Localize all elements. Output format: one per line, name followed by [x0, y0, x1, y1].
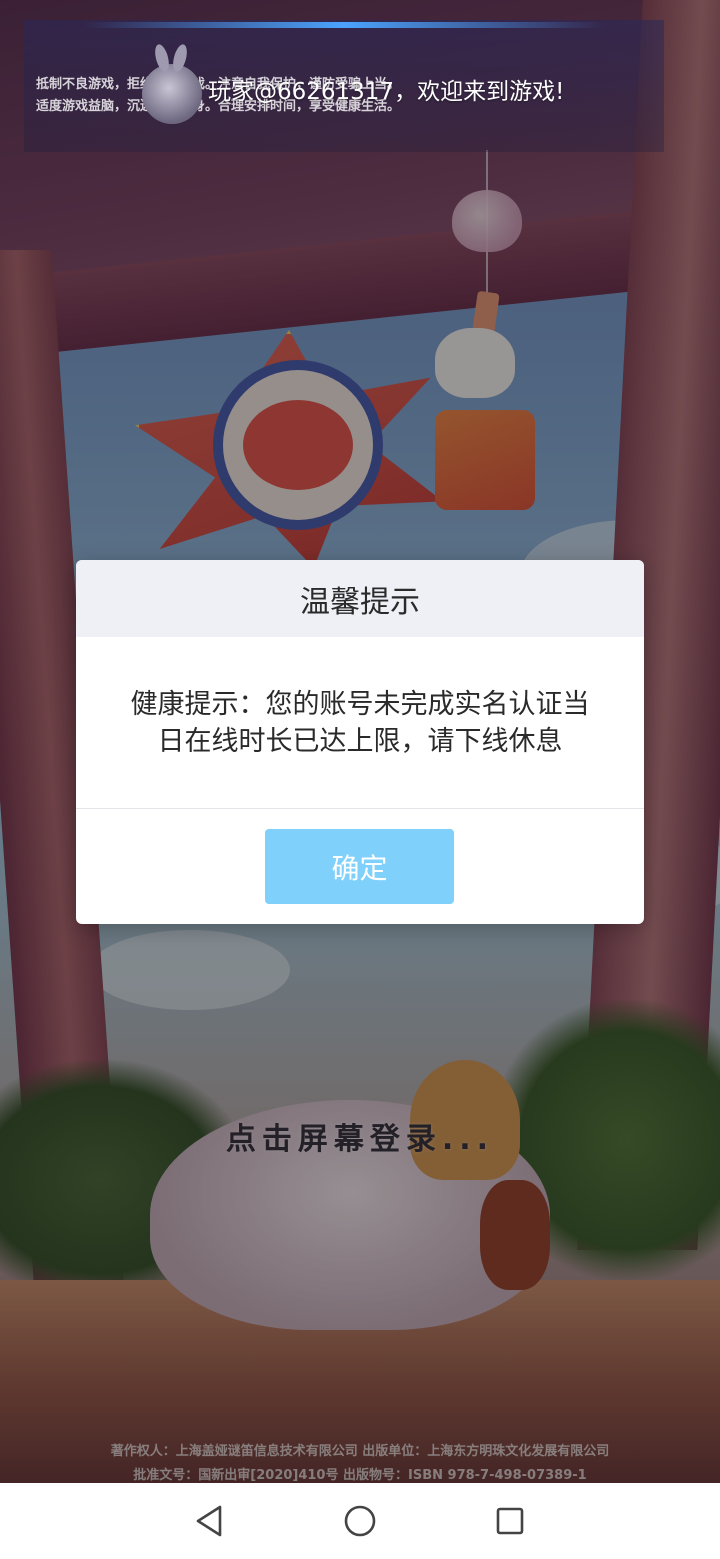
dialog-title: 温馨提示 [300, 584, 420, 620]
recents-square-icon[interactable] [492, 1503, 528, 1539]
recents-square-glyph [496, 1507, 524, 1535]
health-warning-dialog: 温馨提示 健康提示：您的账号未完成实名认证当 日在线时长已达上限，请下线休息 确… [76, 560, 644, 924]
home-circle-glyph [344, 1505, 376, 1537]
dialog-divider [76, 808, 644, 809]
home-circle-icon[interactable] [342, 1503, 378, 1539]
game-screen[interactable]: 点击屏幕登录... 著作权人：上海盖娅谜笛信息技术有限公司 出版单位：上海东方明… [0, 0, 720, 1559]
health-notice-banner: 抵制不良游戏，拒绝盗版游戏。注意自我保护，谨防受骗上当。 适度游戏益脑，沉迷游戏… [24, 20, 664, 152]
rabbit-mascot-icon [142, 64, 202, 124]
back-triangle-icon[interactable] [191, 1503, 227, 1539]
system-navigation-bar [0, 1483, 720, 1559]
dialog-message: 健康提示：您的账号未完成实名认证当 日在线时长已达上限，请下线休息 [96, 686, 624, 760]
dialog-message-line-2: 日在线时长已达上限，请下线休息 [157, 726, 563, 757]
dialog-message-line-1: 健康提示：您的账号未完成实名认证当 [130, 689, 590, 720]
confirm-button[interactable]: 确定 [265, 829, 454, 904]
dialog-header: 温馨提示 [76, 560, 644, 637]
back-triangle-glyph [196, 1505, 222, 1537]
welcome-message: 玩家@66261317，欢迎来到游戏! [208, 79, 565, 105]
banner-glow [84, 22, 604, 28]
